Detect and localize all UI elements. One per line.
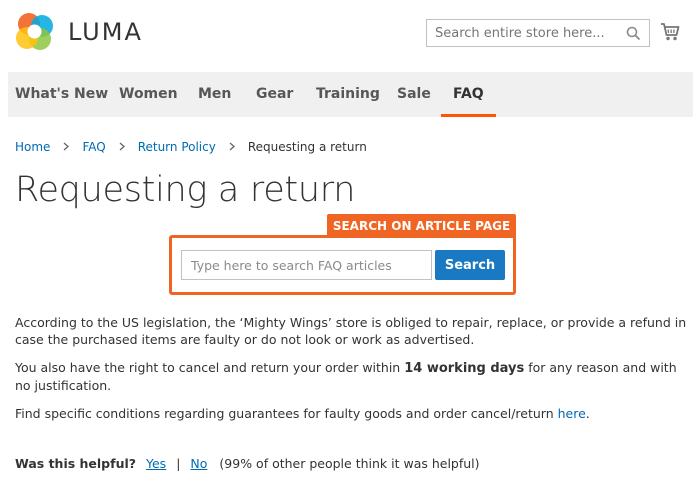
helpful-no-link[interactable]: No [190, 456, 207, 471]
breadcrumb-return-policy[interactable]: Return Policy [138, 140, 216, 154]
article-paragraph: You also have the right to cancel and re… [15, 359, 687, 394]
nav-item-gear[interactable]: Gear [256, 72, 293, 117]
breadcrumb-faq[interactable]: FAQ [82, 140, 105, 154]
text: . [585, 406, 590, 421]
chevron-right-icon [229, 140, 235, 154]
chevron-right-icon [119, 140, 125, 154]
store-search [426, 19, 650, 47]
conditions-link[interactable]: here [558, 406, 586, 421]
helpful-stats: (99% of other people think it was helpfu… [219, 456, 480, 471]
article-search-box: Search [169, 235, 516, 295]
breadcrumb-home[interactable]: Home [15, 140, 50, 154]
nav-item-training[interactable]: Training [316, 72, 380, 117]
article-paragraph: According to the US legislation, the ‘Mi… [15, 315, 687, 347]
store-search-input[interactable] [427, 20, 649, 46]
helpful-yes-link[interactable]: Yes [146, 456, 166, 471]
breadcrumb-current: Requesting a return [247, 140, 367, 154]
text: Find specific conditions regarding guara… [15, 406, 558, 421]
faq-search-input[interactable] [181, 250, 432, 280]
logo-text: LUMA [68, 18, 143, 46]
faq-search-button[interactable]: Search [435, 250, 505, 280]
nav-item-sale[interactable]: Sale [397, 72, 431, 117]
nav-item-women[interactable]: Women [119, 72, 178, 117]
text: You also have the right to cancel and re… [15, 360, 405, 375]
nav-item-faq[interactable]: FAQ [441, 72, 496, 117]
search-icon[interactable] [626, 26, 641, 45]
chevron-right-icon [63, 140, 70, 154]
breadcrumb: Home FAQ Return Policy Requesting a retu… [15, 140, 367, 154]
nav-item-whats-new[interactable]: What's New [15, 72, 108, 117]
helpful-feedback: Was this helpful? Yes | No (99% of other… [15, 456, 480, 471]
page-title: Requesting a return [15, 170, 356, 210]
main-navigation: What's New Women Men Gear Training Sale … [8, 72, 693, 117]
luma-logo-icon [16, 13, 53, 50]
shopping-cart-icon[interactable] [660, 22, 680, 46]
nav-item-men[interactable]: Men [198, 72, 231, 117]
article-paragraph: Find specific conditions regarding guara… [15, 405, 687, 422]
return-period: 14 working days [404, 361, 525, 376]
luma-logo[interactable]: LUMA [15, 12, 143, 52]
helpful-label: Was this helpful? [15, 456, 137, 471]
article-body: According to the US legislation, the ‘Mi… [15, 314, 687, 433]
helpful-separator: | [176, 456, 181, 471]
